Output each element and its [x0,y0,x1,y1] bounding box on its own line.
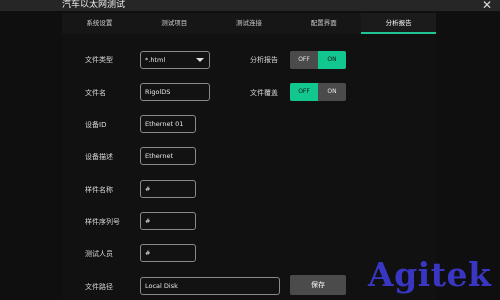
analysis-report-label: 分析报告 [250,56,278,64]
file-type-label: 文件类型 [85,56,113,64]
tab-configuration[interactable]: 配置界面 [286,13,361,34]
file-overwrite-off[interactable]: OFF [290,83,318,101]
file-path-field[interactable]: Local Disk [140,277,280,295]
sample-name-field[interactable]: # [140,180,196,198]
tester-label: 测试人员 [85,250,113,258]
agitek-watermark: Agitek [368,255,492,294]
file-name-field[interactable]: RigolDS [140,83,210,101]
device-desc-label: 设备描述 [85,153,113,161]
chevron-down-icon [196,58,204,62]
window-title: 汽车以太网测试 [62,0,126,10]
file-overwrite-toggle[interactable]: OFF ON [290,83,346,101]
file-overwrite-on[interactable]: ON [318,83,346,101]
device-desc-field[interactable]: Ethernet [140,147,196,165]
analysis-report-on[interactable]: ON [318,51,346,69]
file-type-value: *.html [145,56,166,64]
file-path-label: 文件路径 [85,283,113,291]
save-button[interactable]: 保存 [290,275,346,295]
sample-serial-label: 样件序列号 [85,218,120,226]
device-id-field[interactable]: Ethernet 01 [140,115,196,133]
sample-serial-value: # [145,217,151,225]
file-name-value: RigolDS [145,88,171,96]
device-desc-value: Ethernet [145,152,173,160]
sample-name-value: # [145,185,151,193]
close-icon[interactable]: ✕ [480,0,494,12]
title-bar: 汽车以太网测试 ✕ [0,0,500,12]
file-path-value: Local Disk [145,282,178,290]
file-overwrite-label: 文件覆盖 [250,89,278,97]
tab-analysis-report[interactable]: 分析报告 [361,13,436,34]
tab-test-connection[interactable]: 测试连接 [212,13,287,34]
file-name-label: 文件名 [85,89,106,97]
tab-system-settings[interactable]: 系统设置 [62,13,137,34]
device-id-label: 设备ID [85,121,107,129]
tester-value: # [145,249,151,257]
analysis-report-off[interactable]: OFF [290,51,318,69]
analysis-report-toggle[interactable]: OFF ON [290,51,346,69]
sample-name-label: 样件名称 [85,186,113,194]
tab-test-items[interactable]: 测试项目 [137,13,212,34]
file-type-select[interactable]: *.html [140,51,210,69]
sample-serial-field[interactable]: # [140,212,196,230]
device-id-value: Ethernet 01 [145,120,184,128]
tab-bar: 系统设置 测试项目 测试连接 配置界面 分析报告 [62,13,436,34]
tester-field[interactable]: # [140,244,196,262]
